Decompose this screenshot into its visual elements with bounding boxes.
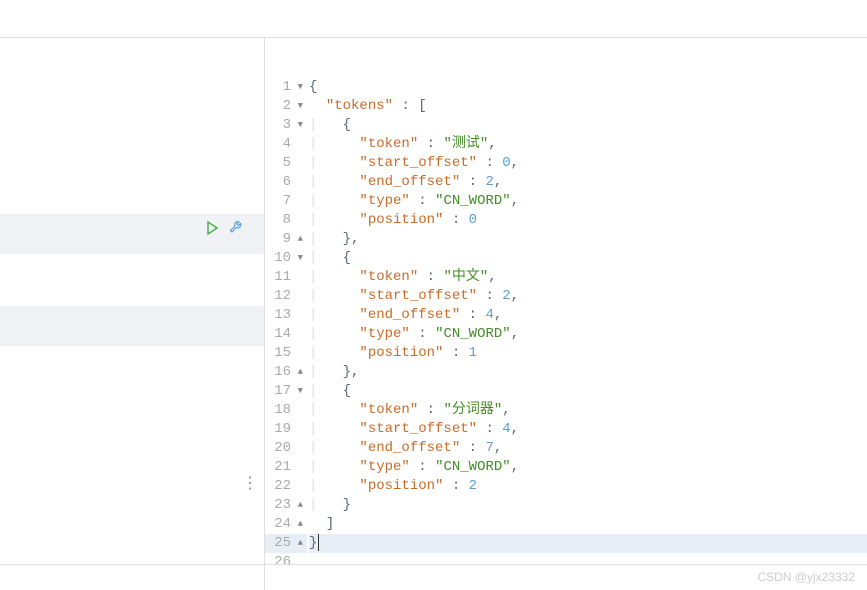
line-gutter: 1▼2▼3▼456789▲10▼111213141516▲17▼18192021… [265, 38, 309, 590]
code-line[interactable]: | } [309, 496, 867, 515]
code-line[interactable]: | "type" : "CN_WORD", [309, 192, 867, 211]
gutter-line[interactable]: 22 [265, 477, 307, 496]
fold-arrow-icon[interactable]: ▲ [293, 534, 303, 553]
left-panel-row[interactable] [0, 306, 264, 346]
left-panel: ⋮ [0, 38, 265, 590]
gutter-line[interactable]: 6 [265, 173, 307, 192]
code-line[interactable]: | "position" : 2 [309, 477, 867, 496]
fold-arrow-icon[interactable]: ▼ [293, 116, 303, 135]
code-line[interactable]: | "end_offset" : 7, [309, 439, 867, 458]
code-editor[interactable]: 1▼2▼3▼456789▲10▼111213141516▲17▼18192021… [265, 38, 867, 590]
more-dots-icon[interactable]: ⋮ [242, 473, 256, 493]
fold-arrow-icon[interactable]: ▼ [293, 382, 303, 401]
code-line[interactable]: | }, [309, 363, 867, 382]
code-line[interactable]: | "start_offset" : 4, [309, 420, 867, 439]
gutter-line[interactable]: 26 [265, 553, 307, 572]
gutter-line[interactable]: 10▼ [265, 249, 307, 268]
gutter-line[interactable]: 3▼ [265, 116, 307, 135]
gutter-line[interactable]: 19 [265, 420, 307, 439]
gutter-line[interactable]: 18 [265, 401, 307, 420]
text-cursor [318, 534, 319, 551]
gutter-line[interactable]: 25▲ [265, 534, 307, 553]
watermark: CSDN @yjx23332 [757, 570, 855, 584]
gutter-line[interactable]: 9▲ [265, 230, 307, 249]
code-line[interactable]: | "token" : "测试", [309, 135, 867, 154]
main-area: ⋮ 1▼2▼3▼456789▲10▼111213141516▲17▼181920… [0, 38, 867, 590]
gutter-line[interactable]: 13 [265, 306, 307, 325]
code-line[interactable]: | }, [309, 230, 867, 249]
gutter-line[interactable]: 17▼ [265, 382, 307, 401]
gutter-line[interactable]: 11 [265, 268, 307, 287]
top-bar [0, 0, 867, 38]
gutter-line[interactable]: 1▼ [265, 78, 307, 97]
code-line[interactable]: | "position" : 0 [309, 211, 867, 230]
gutter-line[interactable]: 12 [265, 287, 307, 306]
gutter-line[interactable]: 23▲ [265, 496, 307, 515]
fold-arrow-icon[interactable]: ▲ [293, 496, 303, 515]
gutter-line[interactable]: 2▼ [265, 97, 307, 116]
gutter-line[interactable]: 15 [265, 344, 307, 363]
code-line[interactable]: | "end_offset" : 2, [309, 173, 867, 192]
fold-arrow-icon[interactable]: ▼ [293, 249, 303, 268]
code-line[interactable]: | "start_offset" : 2, [309, 287, 867, 306]
fold-arrow-icon[interactable]: ▼ [293, 78, 303, 97]
code-line[interactable]: | "end_offset" : 4, [309, 306, 867, 325]
code-line[interactable]: | { [309, 382, 867, 401]
code-line[interactable]: | "token" : "中文", [309, 268, 867, 287]
fold-arrow-icon[interactable]: ▲ [293, 230, 303, 249]
code-line[interactable]: { [309, 78, 867, 97]
code-line[interactable]: | { [309, 116, 867, 135]
gutter-line[interactable]: 5 [265, 154, 307, 173]
gutter-line[interactable]: 16▲ [265, 363, 307, 382]
gutter-line[interactable]: 14 [265, 325, 307, 344]
code-content[interactable]: { "tokens" : [| {| "token" : "测试",| "sta… [309, 38, 867, 590]
code-line[interactable]: } [309, 534, 867, 553]
code-line[interactable]: | "type" : "CN_WORD", [309, 325, 867, 344]
code-line[interactable]: "tokens" : [ [309, 97, 867, 116]
wrench-icon[interactable] [228, 220, 244, 241]
gutter-line[interactable]: 20 [265, 439, 307, 458]
gutter-line[interactable]: 24▲ [265, 515, 307, 534]
divider [0, 564, 867, 565]
gutter-line[interactable]: 4 [265, 135, 307, 154]
code-line[interactable]: | "type" : "CN_WORD", [309, 458, 867, 477]
code-line[interactable]: | "position" : 1 [309, 344, 867, 363]
gutter-line[interactable]: 7 [265, 192, 307, 211]
gutter-line[interactable]: 8 [265, 211, 307, 230]
fold-arrow-icon[interactable]: ▼ [293, 97, 303, 116]
fold-arrow-icon[interactable]: ▲ [293, 515, 303, 534]
code-line[interactable]: ] [309, 515, 867, 534]
code-line[interactable]: | "start_offset" : 0, [309, 154, 867, 173]
code-line[interactable]: | "token" : "分词器", [309, 401, 867, 420]
run-icon[interactable] [204, 220, 220, 241]
fold-arrow-icon[interactable]: ▲ [293, 363, 303, 382]
gutter-line[interactable]: 21 [265, 458, 307, 477]
code-line[interactable]: | { [309, 249, 867, 268]
